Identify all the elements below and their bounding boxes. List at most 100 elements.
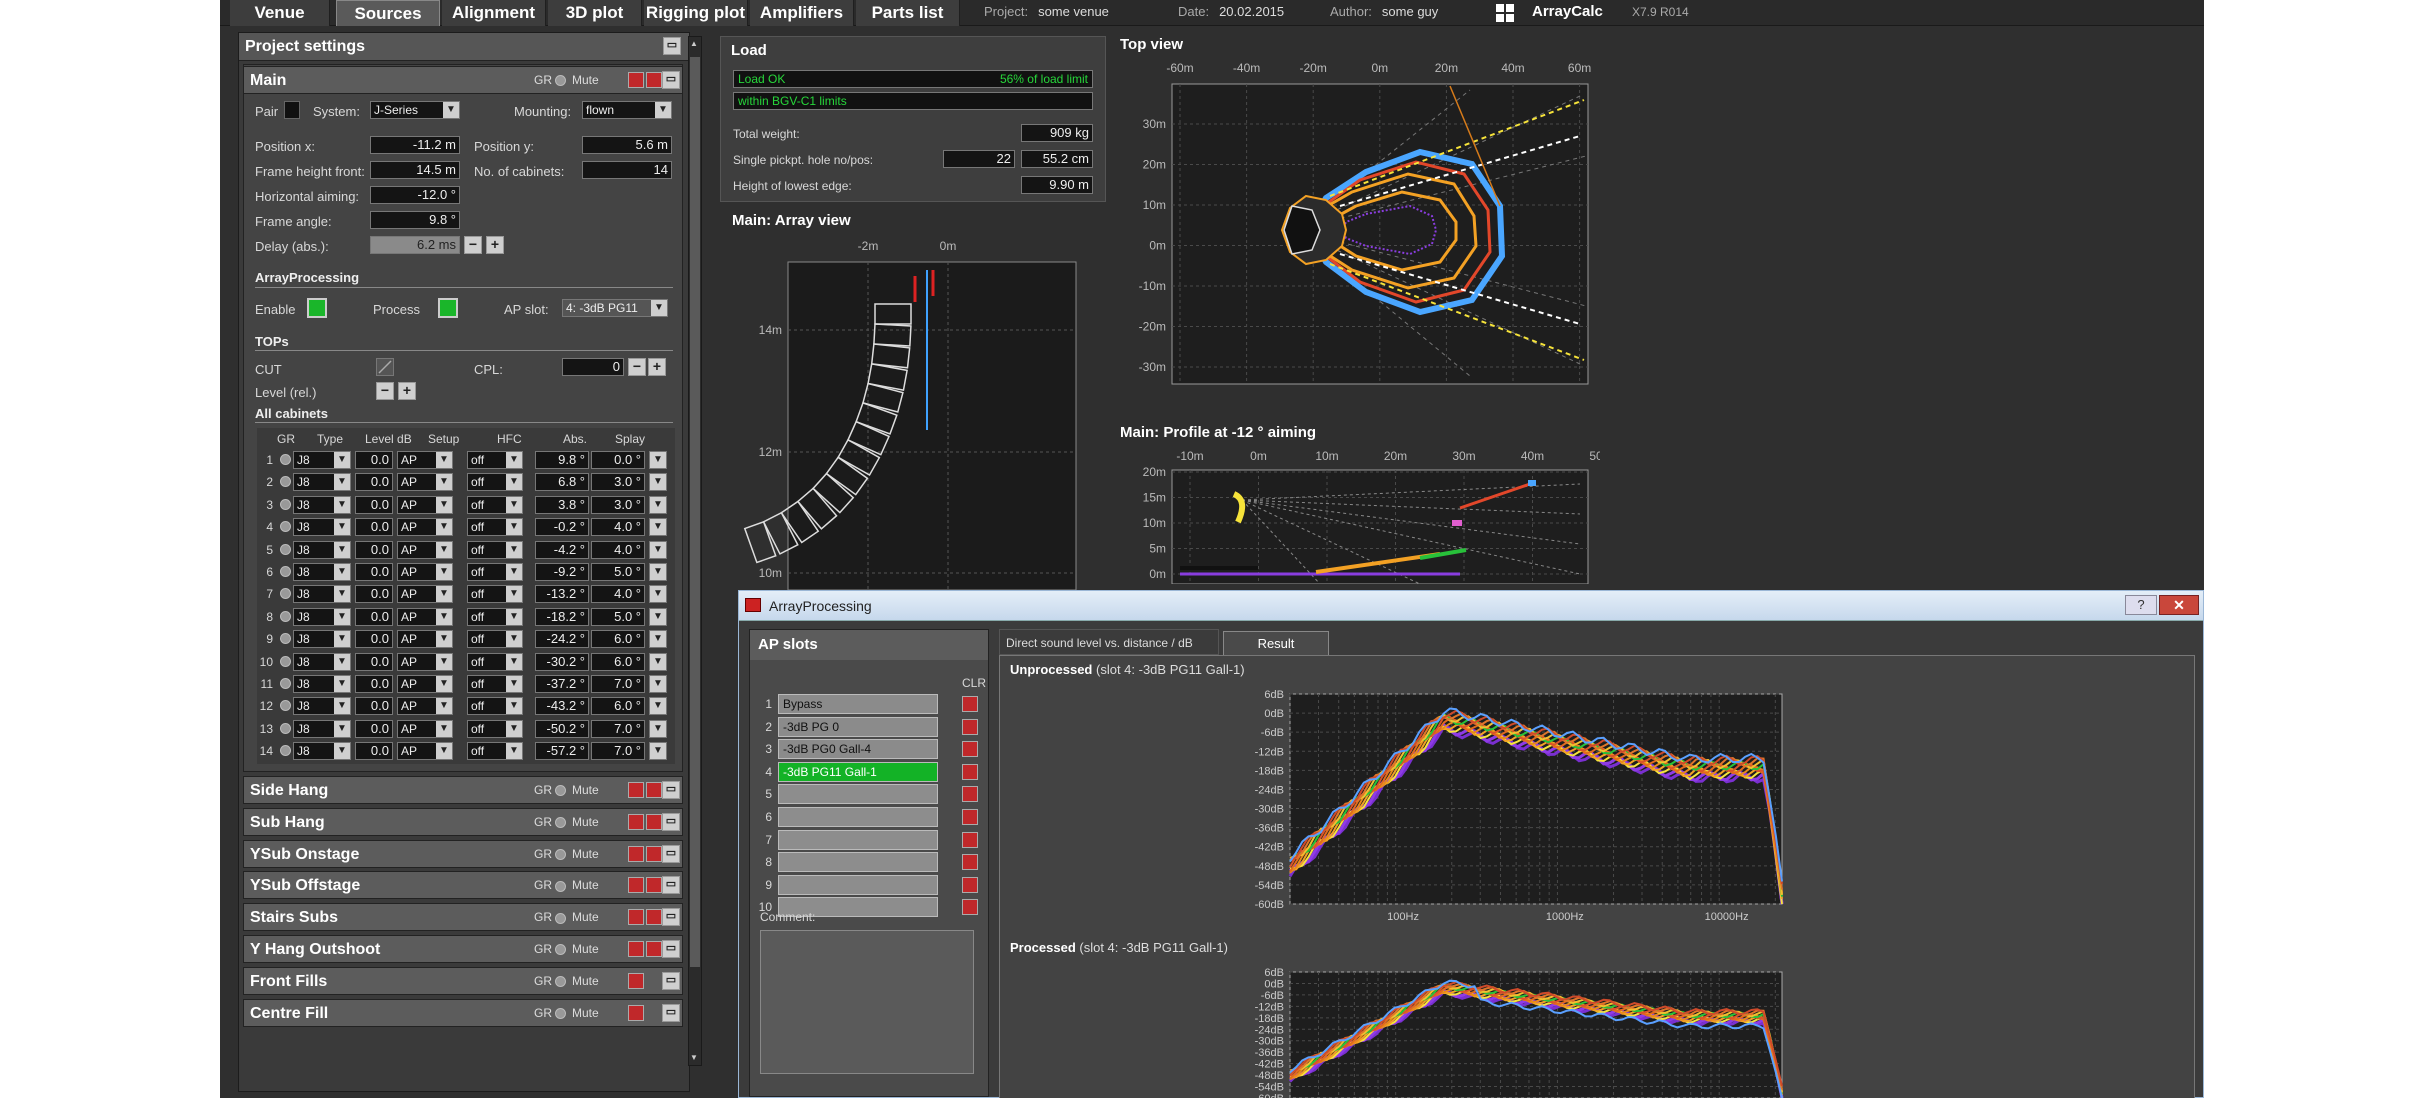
tab-3d-plot[interactable]: 3D plot [548, 0, 642, 26]
tab-alignment[interactable]: Alignment [442, 0, 546, 26]
gr-radio-icon[interactable] [555, 75, 566, 87]
type-select[interactable]: J8 ▼ [293, 697, 351, 716]
gr-radio-icon[interactable] [280, 476, 291, 488]
splay-select[interactable]: ▼ [649, 451, 667, 469]
abs-field[interactable]: 6.8 ° [535, 473, 589, 492]
slot-clear-button[interactable] [962, 741, 978, 758]
ap-slot-row[interactable]: 8 [750, 852, 988, 873]
abs-field[interactable]: 3.8 ° [535, 495, 589, 514]
type-select[interactable]: J8 ▼ [293, 563, 351, 581]
abs-field[interactable]: -18.2 ° [535, 607, 589, 626]
level-plus-button[interactable]: + [398, 382, 416, 400]
splay-field[interactable]: 3.0 ° [591, 495, 645, 514]
hfc-select[interactable]: off ▼ [467, 585, 523, 604]
splay-field[interactable]: 5.0 ° [591, 607, 645, 626]
gr-radio-icon[interactable] [280, 700, 291, 712]
level-field[interactable]: 0.0 [355, 630, 393, 649]
gr-radio-icon[interactable] [555, 880, 566, 892]
mute-left-icon[interactable] [628, 782, 644, 798]
slot-clear-button[interactable] [962, 763, 978, 780]
gr-radio-icon[interactable] [555, 912, 566, 924]
gr-radio-icon[interactable] [555, 1007, 566, 1019]
slot-label[interactable]: -3dB PG 0 [778, 716, 938, 737]
level-field[interactable]: 0.0 [355, 719, 393, 738]
delay-field[interactable]: 6.2 ms [370, 236, 460, 254]
section-main[interactable]: Main GR Mute ▭ [243, 66, 683, 94]
type-select[interactable]: J8 ▼ [293, 652, 351, 671]
level-field[interactable]: 0.0 [355, 563, 393, 581]
type-select[interactable]: J8 ▼ [293, 607, 351, 626]
type-select[interactable]: J8 ▼ [293, 630, 351, 649]
section-centre-fill[interactable]: Centre Fill GR Mute ▭ [243, 998, 683, 1027]
hfc-select[interactable]: off ▼ [467, 719, 523, 738]
mute-right-icon[interactable] [646, 72, 662, 88]
hfc-select[interactable]: off ▼ [467, 563, 523, 581]
type-select[interactable]: J8 ▼ [293, 585, 351, 604]
collapse-icon[interactable]: ▭ [662, 908, 680, 927]
splay-select[interactable]: ▼ [649, 630, 667, 649]
mute-right-icon[interactable] [646, 877, 662, 894]
scroll-up-icon[interactable]: ▲ [690, 39, 700, 49]
slot-clear-button[interactable] [962, 876, 978, 893]
abs-field[interactable]: -30.2 ° [535, 652, 589, 671]
level-minus-button[interactable]: − [376, 382, 394, 400]
setup-select[interactable]: AP ▼ [397, 652, 453, 671]
slot-label[interactable] [778, 874, 938, 895]
tab-amplifiers[interactable]: Amplifiers [750, 0, 854, 26]
gr-radio-icon[interactable] [555, 817, 566, 829]
type-select[interactable]: J8 ▼ [293, 451, 351, 469]
collapse-icon[interactable]: ▭ [662, 781, 680, 799]
setup-select[interactable]: AP ▼ [397, 607, 453, 626]
mute-left-icon[interactable] [628, 813, 644, 830]
close-button[interactable]: ✕ [2159, 595, 2199, 615]
ap-slot-row[interactable]: 3 -3dB PG0 Gall-4 [750, 739, 988, 760]
gr-radio-icon[interactable] [280, 722, 291, 734]
collapse-icon[interactable]: ▭ [662, 876, 680, 895]
gr-radio-icon[interactable] [280, 521, 291, 533]
ap-slot-row[interactable]: 7 [750, 829, 988, 850]
type-select[interactable]: J8 ▼ [293, 675, 351, 693]
abs-field[interactable]: -13.2 ° [535, 585, 589, 604]
system-select[interactable]: J-Series ▼ [370, 101, 460, 119]
gr-radio-icon[interactable] [280, 610, 291, 622]
comment-textarea[interactable] [760, 930, 974, 1074]
collapse-icon[interactable]: ▭ [662, 940, 680, 958]
mute-right-icon[interactable] [646, 845, 662, 862]
tab-result[interactable]: Result [1223, 631, 1329, 657]
mute-right-icon[interactable] [646, 813, 662, 830]
position-y-field[interactable]: 5.6 m [582, 136, 672, 154]
tab-direct-sound[interactable]: Direct sound level vs. distance / dB [999, 629, 1219, 655]
slot-label[interactable] [778, 784, 938, 805]
hfc-select[interactable]: off ▼ [467, 540, 523, 559]
splay-field[interactable]: 4.0 ° [591, 585, 645, 604]
splay-select[interactable]: ▼ [649, 540, 667, 559]
level-field[interactable]: 0.0 [355, 607, 393, 626]
splay-select[interactable]: ▼ [649, 473, 667, 492]
abs-field[interactable]: -9.2 ° [535, 563, 589, 581]
splay-field[interactable]: 0.0 ° [591, 451, 645, 469]
gr-radio-icon[interactable] [555, 976, 566, 988]
setup-select[interactable]: AP ▼ [397, 495, 453, 514]
hfc-select[interactable]: off ▼ [467, 518, 523, 537]
abs-field[interactable]: -0.2 ° [535, 518, 589, 537]
setup-select[interactable]: AP ▼ [397, 451, 453, 469]
horizontal-aiming-field[interactable]: -12.0 ° [370, 186, 460, 204]
section-ysub-onstage[interactable]: YSub Onstage GR Mute ▭ [243, 839, 683, 868]
collapse-icon[interactable]: ▭ [662, 971, 680, 990]
mute-left-icon[interactable] [628, 877, 644, 894]
type-select[interactable]: J8 ▼ [293, 495, 351, 514]
setup-select[interactable]: AP ▼ [397, 563, 453, 581]
mute-left-icon[interactable] [628, 972, 644, 989]
hfc-select[interactable]: off ▼ [467, 630, 523, 649]
abs-field[interactable]: -24.2 ° [535, 630, 589, 649]
cpl-minus-button[interactable]: − [628, 358, 646, 376]
section-stairs-subs[interactable]: Stairs Subs GR Mute ▭ [243, 903, 683, 932]
gr-radio-icon[interactable] [280, 566, 291, 577]
position-x-field[interactable]: -11.2 m [370, 136, 460, 154]
tab-rigging-plot[interactable]: Rigging plot [644, 0, 748, 26]
slot-clear-button[interactable] [962, 899, 978, 916]
splay-select[interactable]: ▼ [649, 585, 667, 604]
slot-clear-button[interactable] [962, 786, 978, 803]
ap-slot-row[interactable]: 2 -3dB PG 0 [750, 716, 988, 737]
splay-select[interactable]: ▼ [649, 719, 667, 738]
